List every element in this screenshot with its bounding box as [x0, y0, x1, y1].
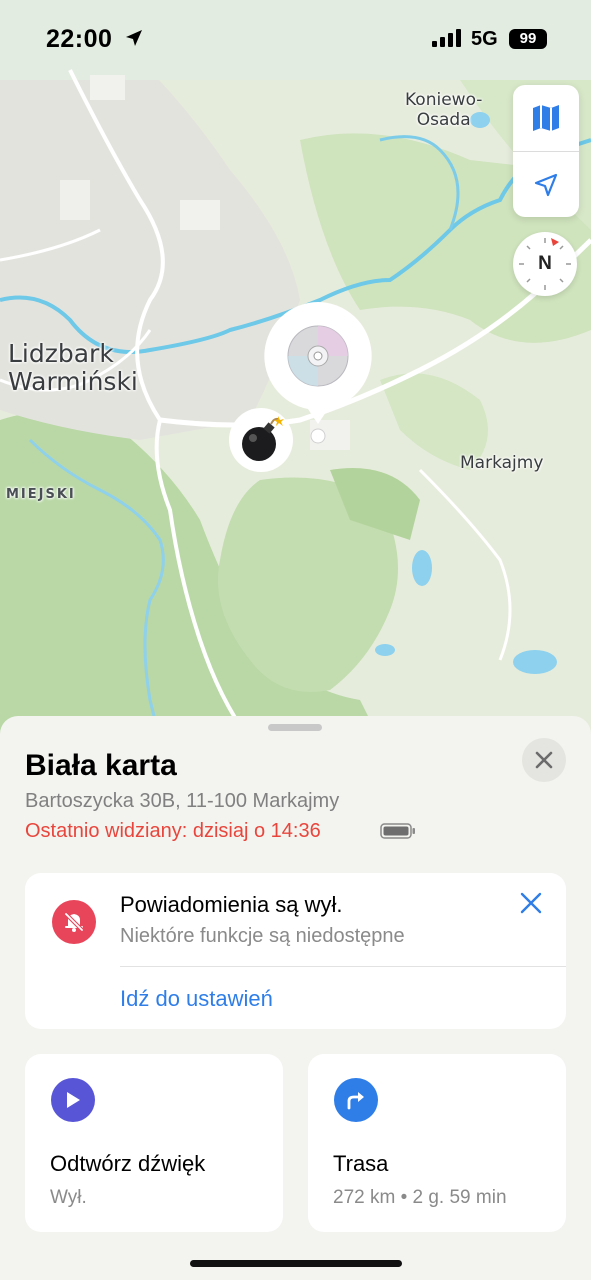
card-divider: [120, 966, 566, 967]
battery-icon: [380, 823, 415, 839]
map-label-koniewo: Koniewo- Osada: [405, 90, 482, 130]
current-location-button[interactable]: [513, 152, 579, 218]
notifications-card: Powiadomienia są wył. Niektóre funkcje s…: [25, 873, 566, 1029]
play-sound-title: Odtwórz dźwięk: [50, 1151, 206, 1176]
status-bar: 22:00 5G 99: [0, 0, 591, 80]
notifications-off-badge: [52, 900, 96, 944]
status-time: 22:00: [46, 25, 113, 53]
map-label-line: Koniewo-: [405, 90, 483, 110]
map-label-line: Lidzbark: [8, 339, 114, 368]
location-arrow-icon: [534, 173, 558, 197]
map-label-miejski: MIEJSKI: [6, 487, 76, 502]
compass-north-label: N: [538, 253, 552, 274]
compass-button[interactable]: N: [513, 232, 577, 296]
close-icon: [520, 892, 542, 914]
item-address: Bartoszycka 30B, 11-100 Markajmy: [25, 790, 340, 812]
home-indicator: [190, 1260, 402, 1267]
map-view[interactable]: Lidzbark Warmiński Koniewo- Osada Markaj…: [0, 0, 591, 740]
directions-card[interactable]: Trasa 272 km • 2 g. 59 min: [308, 1054, 566, 1232]
dismiss-notification-button[interactable]: [515, 887, 547, 919]
notifications-subtitle: Niektóre funkcje są niedostępne: [120, 925, 405, 947]
item-detail-sheet: Biała karta Bartoszycka 30B, 11-100 Mark…: [0, 716, 591, 1280]
map-mode-button[interactable]: [513, 85, 579, 151]
close-icon: [535, 751, 553, 769]
last-seen-text: Ostatnio widziany: dzisiaj o 14:36: [25, 820, 321, 842]
directions-distance-time: 272 km • 2 g. 59 min: [333, 1187, 507, 1208]
map-controls: [513, 85, 579, 217]
directions-badge: [334, 1078, 378, 1122]
go-to-settings-link[interactable]: Idź do ustawień: [120, 986, 273, 1012]
close-button[interactable]: [522, 738, 566, 782]
network-type: 5G: [471, 28, 498, 50]
map-label-lidzbark: Lidzbark Warmiński: [8, 340, 138, 396]
map-label-line: Warmiński: [8, 367, 138, 396]
sheet-grabber[interactable]: [268, 724, 322, 731]
bomb-icon: [229, 408, 293, 472]
item-title: Biała karta: [25, 749, 177, 782]
battery-indicator: 99: [509, 29, 547, 49]
map-label-line: Osada: [416, 110, 471, 130]
signal-icon: [432, 29, 461, 47]
directions-title: Trasa: [333, 1151, 389, 1176]
play-sound-status: Wył.: [50, 1187, 87, 1208]
notifications-title: Powiadomienia są wył.: [120, 892, 343, 917]
map-icon: [533, 105, 559, 131]
location-arrow-icon: [126, 30, 142, 46]
play-icon: [67, 1092, 80, 1108]
bell-slash-icon: [64, 912, 84, 932]
play-sound-card[interactable]: Odtwórz dźwięk Wył.: [25, 1054, 283, 1232]
item-pin[interactable]: [228, 407, 294, 473]
play-sound-badge: [51, 1078, 95, 1122]
map-label-markajmy: Markajmy: [460, 453, 544, 473]
directions-arrow-icon: [347, 1092, 364, 1110]
